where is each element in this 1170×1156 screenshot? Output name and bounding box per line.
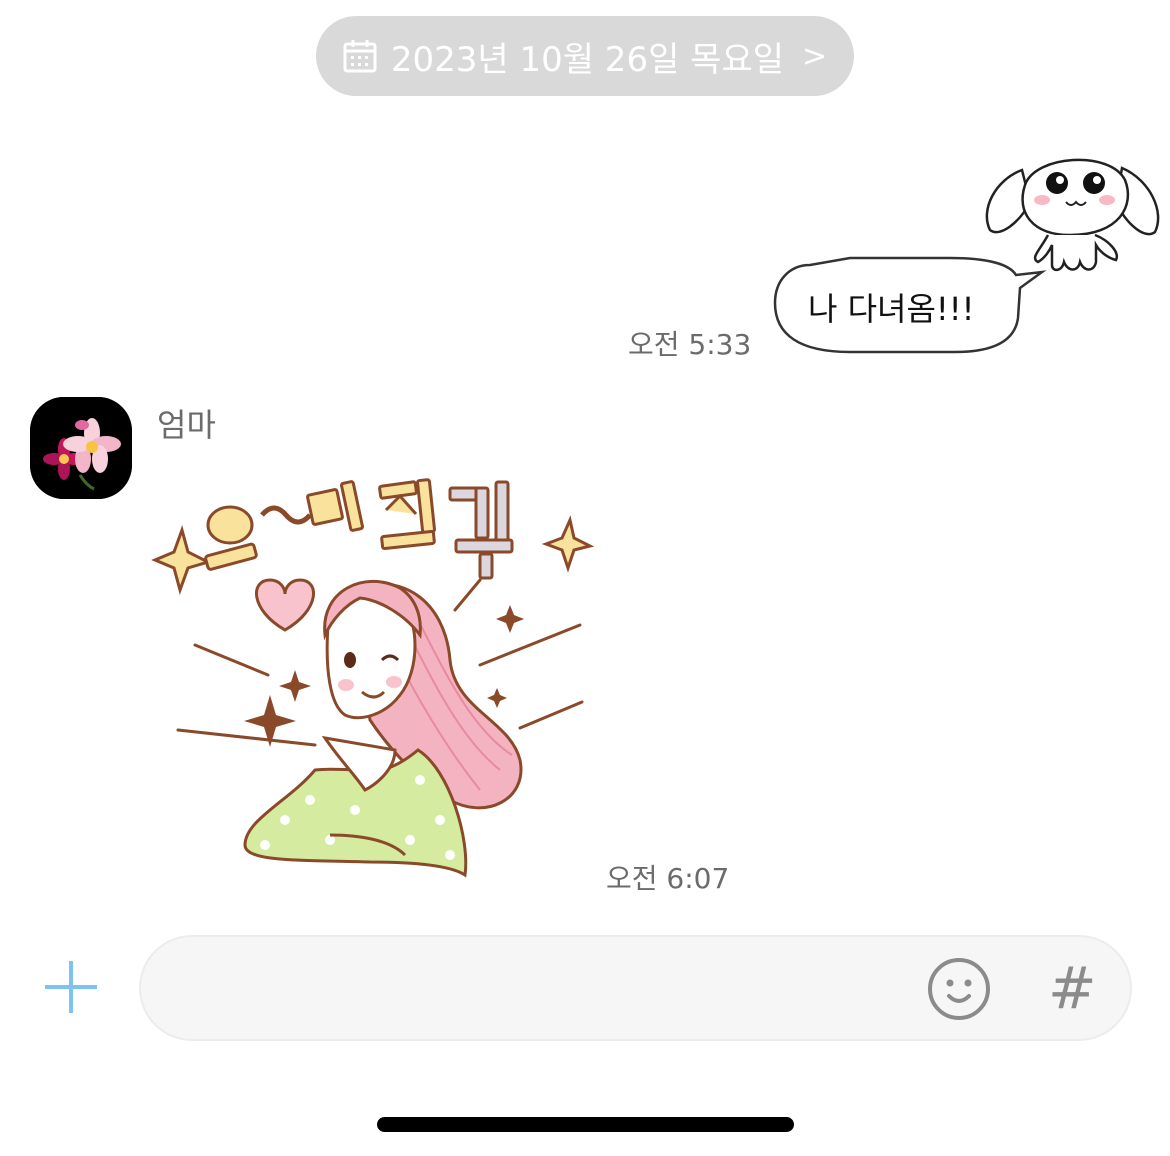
plus-icon [45, 961, 97, 1013]
chevron-right-icon: > [802, 38, 828, 74]
add-button[interactable] [42, 958, 100, 1016]
avatar[interactable] [30, 397, 132, 499]
flower-avatar-icon [30, 397, 132, 499]
message-input[interactable] [171, 937, 915, 1041]
sender-name: 엄마 [157, 406, 216, 444]
emoji-icon [928, 958, 990, 1020]
message-time: 오전 6:07 [606, 862, 730, 895]
home-indicator [377, 1117, 794, 1132]
emoji-button[interactable] [926, 956, 992, 1022]
calendar-icon [343, 39, 377, 73]
date-header-button[interactable]: 2023년 10월 26일 목요일 > [316, 16, 854, 96]
message-text: 나 다녀옴!!! [808, 290, 975, 328]
hashtag-button[interactable]: # [1048, 954, 1097, 1022]
message-time: 오전 5:33 [628, 328, 752, 361]
girl-wink-sticker[interactable] [150, 470, 600, 890]
date-label: 2023년 10월 26일 목요일 [390, 39, 785, 80]
